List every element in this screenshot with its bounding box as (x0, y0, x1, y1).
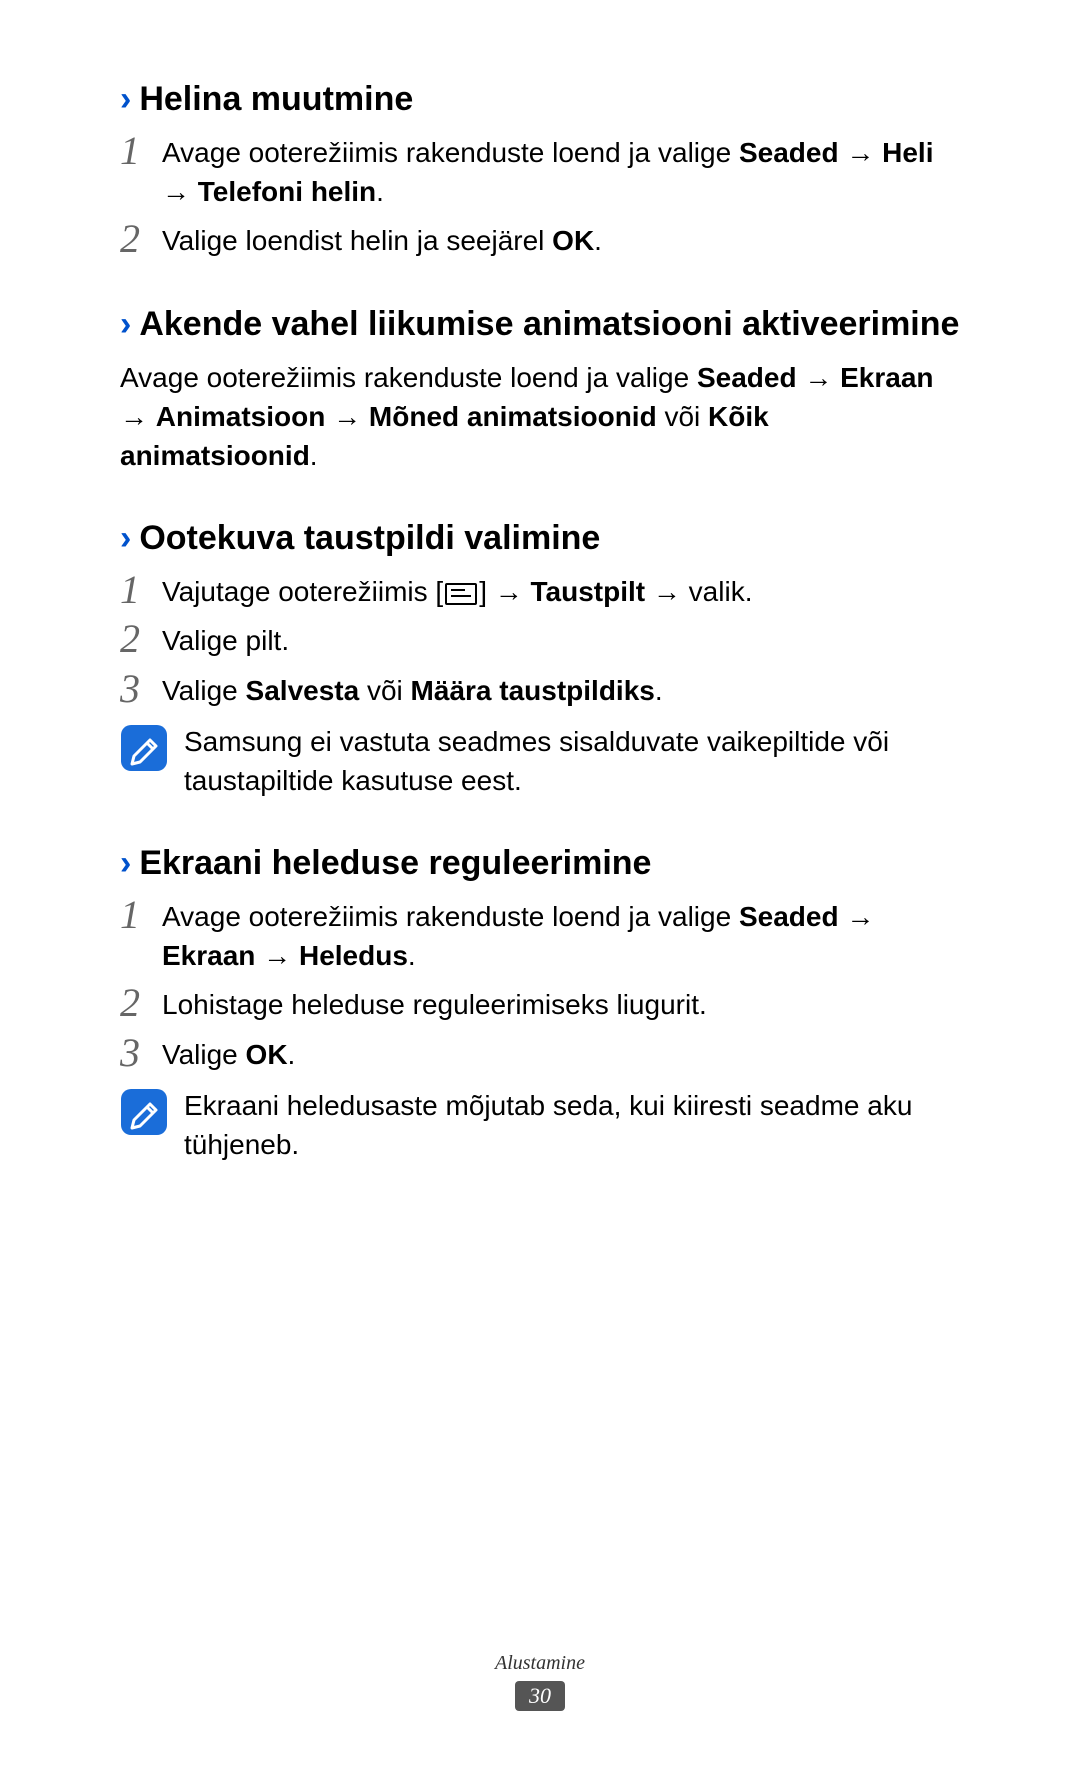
numbered-step: 1Avage ooterežiimis rakenduste loend ja … (120, 133, 960, 211)
step-number: 2 (120, 619, 162, 660)
step-number: 1 (120, 131, 162, 211)
step-text: Avage ooterežiimis rakenduste loend ja v… (162, 133, 960, 211)
step-text: Avage ooterežiimis rakenduste loend ja v… (162, 897, 960, 975)
menu-icon (445, 583, 477, 605)
step-text: Valige pilt. (162, 621, 960, 660)
page-number-badge: 30 (515, 1681, 565, 1711)
page-content: ›Helina muutmine1Avage ooterežiimis rake… (120, 80, 960, 1164)
numbered-step: 2Valige loendist helin ja seejärel OK. (120, 221, 960, 260)
step-text: Vajutage ooterežiimis [] → Taustpilt → v… (162, 572, 960, 611)
section-heading-text: Akende vahel liikumise animatsiooni akti… (139, 305, 959, 344)
step-text: Valige OK. (162, 1035, 960, 1074)
step-number: 3 (120, 1033, 162, 1074)
numbered-step: 1Vajutage ooterežiimis [] → Taustpilt → … (120, 572, 960, 611)
step-number: 2 (120, 219, 162, 260)
section-heading: ›Ootekuva taustpildi valimine (120, 519, 960, 558)
note-pencil-icon (120, 724, 168, 772)
section-paragraph: Avage ooterežiimis rakenduste loend ja v… (120, 358, 960, 476)
note-text: Ekraani heledusaste mõjutab seda, kui ki… (184, 1086, 960, 1164)
note-pencil-icon (120, 1088, 168, 1136)
step-text: Lohistage heleduse reguleerimiseks liugu… (162, 985, 960, 1024)
note-block: Samsung ei vastuta seadmes sisalduvate v… (120, 722, 960, 800)
step-text: Valige Salvesta või Määra taustpildiks. (162, 671, 960, 710)
step-number: 1 (120, 570, 162, 611)
numbered-step: 3Valige OK. (120, 1035, 960, 1074)
chevron-icon: › (120, 305, 131, 344)
section-heading: ›Akende vahel liikumise animatsiooni akt… (120, 305, 960, 344)
step-number: 3 (120, 669, 162, 710)
step-number: 2 (120, 983, 162, 1024)
manual-section: ›Akende vahel liikumise animatsiooni akt… (120, 305, 960, 476)
numbered-step: 1Avage ooterežiimis rakenduste loend ja … (120, 897, 960, 975)
section-heading: ›Helina muutmine (120, 80, 960, 119)
section-heading-text: Ekraani heleduse reguleerimine (139, 844, 651, 883)
footer-section-label: Alustamine (0, 1652, 1080, 1675)
manual-section: ›Helina muutmine 1Avage ooterežiimis rake… (120, 80, 960, 261)
chevron-icon: › (120, 844, 131, 883)
step-text: Valige loendist helin ja seejärel OK. (162, 221, 960, 260)
section-heading-text: Helina muutmine (139, 80, 413, 119)
chevron-icon: › (120, 519, 131, 558)
numbered-step: 2Lohistage heleduse reguleerimiseks liug… (120, 985, 960, 1024)
note-text: Samsung ei vastuta seadmes sisalduvate v… (184, 722, 960, 800)
step-number: 1 (120, 895, 162, 975)
numbered-step: 2Valige pilt. (120, 621, 960, 660)
page-footer: Alustamine 30 (0, 1652, 1080, 1711)
manual-section: ›Ekraani heleduse reguleerimine 1Avage oo… (120, 844, 960, 1164)
numbered-step: 3Valige Salvesta või Määra taustpildiks. (120, 671, 960, 710)
note-block: Ekraani heledusaste mõjutab seda, kui ki… (120, 1086, 960, 1164)
chevron-icon: › (120, 80, 131, 119)
section-heading-text: Ootekuva taustpildi valimine (139, 519, 600, 558)
manual-section: ›Ootekuva taustpildi valimine 1Vajutage o… (120, 519, 960, 800)
section-heading: ›Ekraani heleduse reguleerimine (120, 844, 960, 883)
